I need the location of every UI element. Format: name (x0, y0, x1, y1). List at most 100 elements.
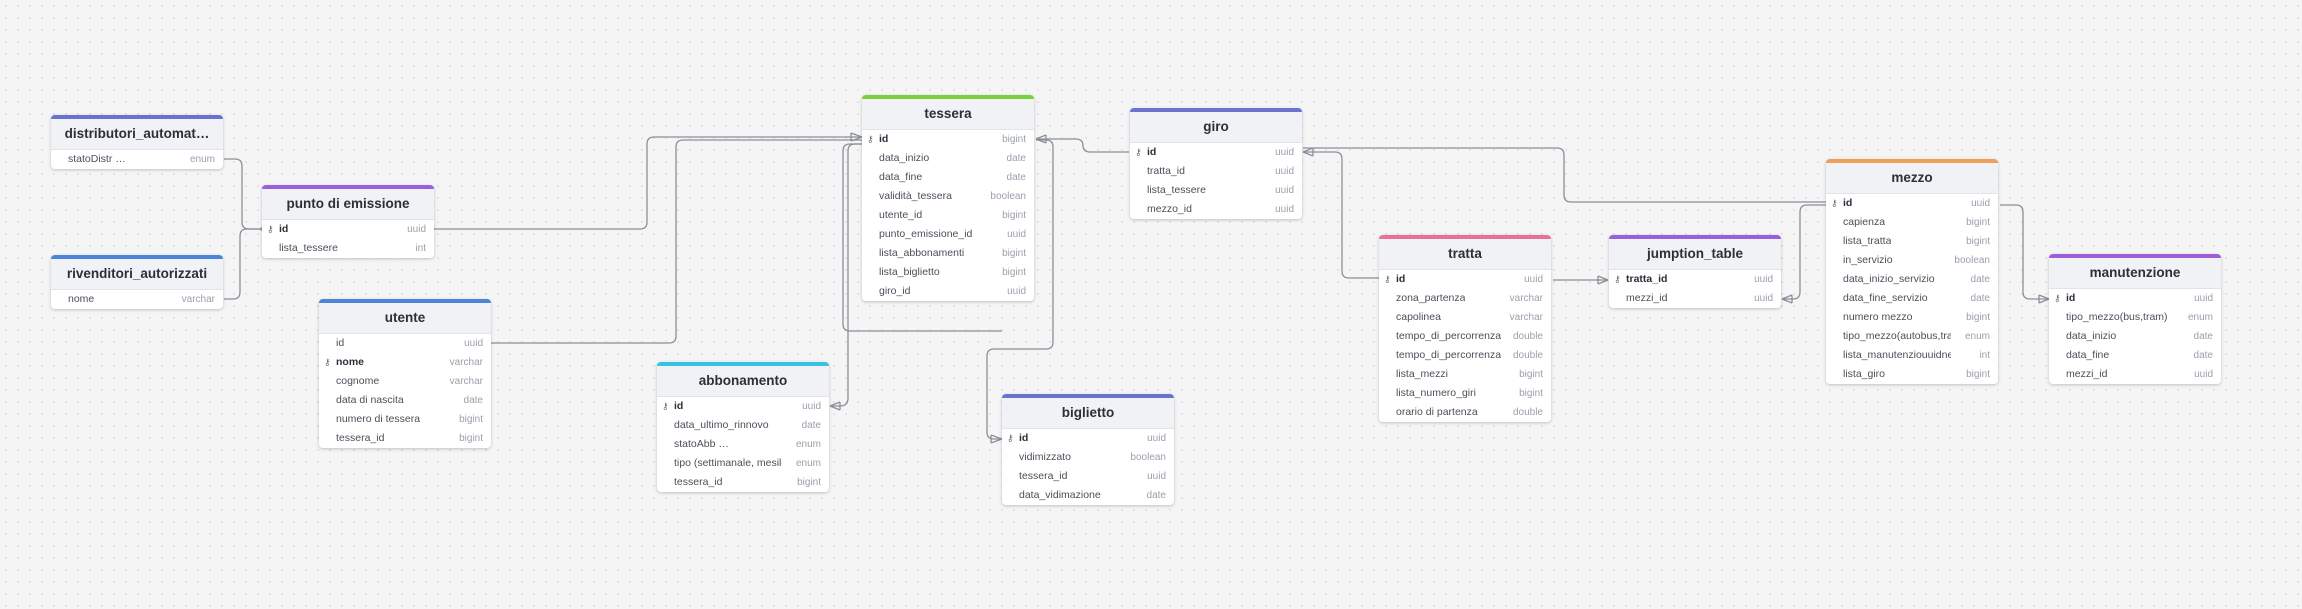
crowfoot-biglietto (990, 434, 1003, 444)
column-type: int (412, 239, 426, 258)
column-row[interactable]: ⚷ id uuid (2049, 289, 2221, 308)
column-row[interactable]: tessera_id bigint (657, 473, 829, 492)
column-row[interactable]: tipo_mezzo(autobus,tram enum (1826, 327, 1998, 346)
column-row[interactable]: statoDistr … enum (51, 150, 223, 169)
column-row[interactable]: ⚷ nome varchar (319, 353, 491, 372)
column-row[interactable]: in_servizio boolean (1826, 251, 1998, 270)
column-row[interactable]: orario di partenza double (1379, 403, 1551, 422)
column-row[interactable]: ⚷ id uuid (657, 397, 829, 416)
column-type: enum (792, 435, 821, 454)
column-row[interactable]: giro_id uuid (862, 282, 1034, 301)
table-rivenditori-autorizzati[interactable]: rivenditori_autorizzati nome varchar (51, 255, 223, 309)
column-row[interactable]: utente_id bigint (862, 206, 1034, 225)
column-row[interactable]: numero mezzo bigint (1826, 308, 1998, 327)
column-row[interactable]: mezzi_id uuid (1609, 289, 1781, 308)
column-row[interactable]: capolinea varchar (1379, 308, 1551, 327)
table-distributori-automatici[interactable]: distributori_automat… statoDistr … enum (51, 115, 223, 169)
column-row[interactable]: capienza bigint (1826, 213, 1998, 232)
column-row[interactable]: vidimizzato boolean (1002, 448, 1174, 467)
column-row[interactable]: ⚷ tratta_id uuid (1609, 270, 1781, 289)
column-name: cognome (336, 375, 380, 387)
column-row[interactable]: lista_tratta bigint (1826, 232, 1998, 251)
column-name: tessera_id (674, 476, 723, 488)
column-row[interactable]: lista_numero_giri bigint (1379, 384, 1551, 403)
column-name: nome (336, 356, 365, 368)
column-list: ⚷ id uuid vidimizzato boolean tessera_id uuid d… (1002, 429, 1174, 505)
column-row[interactable]: data_inizio date (2049, 327, 2221, 346)
column-row[interactable]: lista_tessere uuid (1130, 181, 1302, 200)
column-row[interactable]: tipo_mezzo(bus,tram) enum (2049, 308, 2221, 327)
table-tratta[interactable]: tratta ⚷ id uuid zona_partenza varchar capoli… (1379, 235, 1551, 422)
column-row[interactable]: lista_tessere int (262, 239, 434, 258)
column-row[interactable]: data_ultimo_rinnovo date (657, 416, 829, 435)
column-name: data_fine_servizio (1843, 292, 1928, 304)
column-row[interactable]: data_inizio date (862, 149, 1034, 168)
column-type: int (1976, 346, 1990, 365)
column-row[interactable]: lista_biglietto bigint (862, 263, 1034, 282)
table-punto-di-emissione[interactable]: punto di emissione ⚷ id uuid lista_tessere i… (262, 185, 434, 258)
table-title: biglietto (1002, 398, 1174, 429)
column-row[interactable]: tessera_id bigint (319, 429, 491, 448)
column-type: date (2190, 346, 2213, 365)
table-utente[interactable]: utente id uuid ⚷ nome varchar cognome varchar d… (319, 299, 491, 448)
table-abbonamento[interactable]: abbonamento ⚷ id uuid data_ultimo_rinnovo da… (657, 362, 829, 492)
column-row[interactable]: ⚷ id uuid (262, 220, 434, 239)
table-jumption-table[interactable]: jumption_table ⚷ tratta_id uuid mezzi_id uui… (1609, 235, 1781, 308)
column-name: lista_giro (1843, 368, 1886, 380)
column-row[interactable]: data di nascita date (319, 391, 491, 410)
column-row[interactable]: ⚷ id uuid (1826, 194, 1998, 213)
column-type: bigint (1963, 308, 1990, 327)
column-row[interactable]: nome varchar (51, 290, 223, 309)
table-giro[interactable]: giro ⚷ id uuid tratta_id uuid lista_tessere uu… (1130, 108, 1302, 219)
column-name: tempo_di_percorrenza (1396, 330, 1502, 342)
column-row[interactable]: data_fine date (862, 168, 1034, 187)
column-row[interactable]: tipo (settimanale, mesile enum (657, 454, 829, 473)
column-row[interactable]: punto_emissione_id uuid (862, 225, 1034, 244)
table-biglietto[interactable]: biglietto ⚷ id uuid vidimizzato boolean tesse… (1002, 394, 1174, 505)
column-row[interactable]: data_fine date (2049, 346, 2221, 365)
column-name: tempo_di_percorrenza (1396, 349, 1502, 361)
table-manutenzione[interactable]: manutenzione ⚷ id uuid tipo_mezzo(bus,tram)… (2049, 254, 2221, 384)
table-mezzo[interactable]: mezzo ⚷ id uuid capienza bigint lista_tratta b… (1826, 159, 1998, 384)
column-name: data_ultimo_rinnovo (674, 419, 769, 431)
column-type: bigint (999, 130, 1026, 149)
key-icon: ⚷ (1831, 198, 1838, 208)
column-row[interactable]: data_vidimazione date (1002, 486, 1174, 505)
column-row[interactable]: data_fine_servizio date (1826, 289, 1998, 308)
column-row[interactable]: lista_abbonamenti bigint (862, 244, 1034, 263)
link-distributori-punto (224, 158, 260, 230)
column-row[interactable]: cognome varchar (319, 372, 491, 391)
column-name: capolinea (1396, 311, 1441, 323)
column-row[interactable]: tessera_id uuid (1002, 467, 1174, 486)
column-row[interactable]: tratta_id uuid (1130, 162, 1302, 181)
column-row[interactable]: mezzo_id uuid (1130, 200, 1302, 219)
column-name: lista_manutenziouuidne (1843, 349, 1951, 361)
column-type: enum (1961, 327, 1990, 346)
column-type: uuid (799, 397, 821, 416)
column-row[interactable]: data_inizio_servizio date (1826, 270, 1998, 289)
table-tessera[interactable]: tessera ⚷ id bigint data_inizio date data_fin… (862, 95, 1034, 301)
column-row[interactable]: id uuid (319, 334, 491, 353)
column-row[interactable]: ⚷ id uuid (1130, 143, 1302, 162)
column-row[interactable]: statoAbb … enum (657, 435, 829, 454)
column-name: zona_partenza (1396, 292, 1466, 304)
column-row[interactable]: lista_giro bigint (1826, 365, 1998, 384)
column-row[interactable]: ⚷ id bigint (862, 130, 1034, 149)
column-row[interactable]: tempo_di_percorrenza double (1379, 346, 1551, 365)
column-name: tratta_id (1626, 273, 1668, 285)
column-row[interactable]: tempo_di_percorrenza double (1379, 327, 1551, 346)
column-name: validità_tessera (879, 190, 952, 202)
table-title: distributori_automat… (51, 119, 223, 150)
column-row[interactable]: ⚷ id uuid (1379, 270, 1551, 289)
column-row[interactable]: mezzi_id uuid (2049, 365, 2221, 384)
column-row[interactable]: lista_mezzi bigint (1379, 365, 1551, 384)
crowfoot-tessera (850, 132, 863, 142)
table-title: utente (319, 303, 491, 334)
column-row[interactable]: numero di tessera bigint (319, 410, 491, 429)
column-name: id (1019, 432, 1029, 444)
column-row[interactable]: validità_tessera boolean (862, 187, 1034, 206)
column-row[interactable]: zona_partenza varchar (1379, 289, 1551, 308)
column-row[interactable]: lista_manutenziouuidne int (1826, 346, 1998, 365)
column-type: date (1003, 168, 1026, 187)
column-row[interactable]: ⚷ id uuid (1002, 429, 1174, 448)
